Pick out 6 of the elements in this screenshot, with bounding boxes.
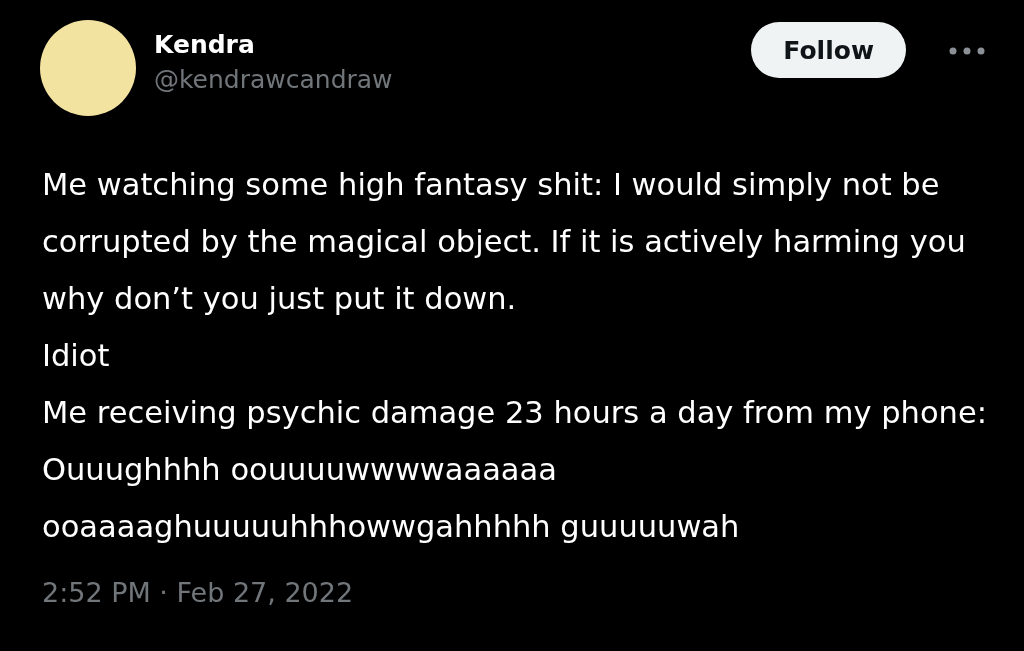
more-options-icon[interactable] [948,46,986,56]
tweet-timestamp[interactable]: 2:52 PM · Feb 27, 2022 [42,577,986,608]
follow-button[interactable]: Follow [751,22,906,78]
tweet-text: Me watching some high fantasy shit: I would simply not be corrupted by the magical object. If it is actively harming you why don’t you just put it down. Idiot Me receiving psychic damage 23 hours a day from my phone: Ouuughhhh oouuuuwwwwaaaaaa ooaaaaghuuuuuhhhowwgahhhhh guuuuuwah [42,166,988,546]
display-name[interactable]: Kendra [154,30,734,59]
user-handle[interactable]: @kendrawcandraw [154,65,734,94]
